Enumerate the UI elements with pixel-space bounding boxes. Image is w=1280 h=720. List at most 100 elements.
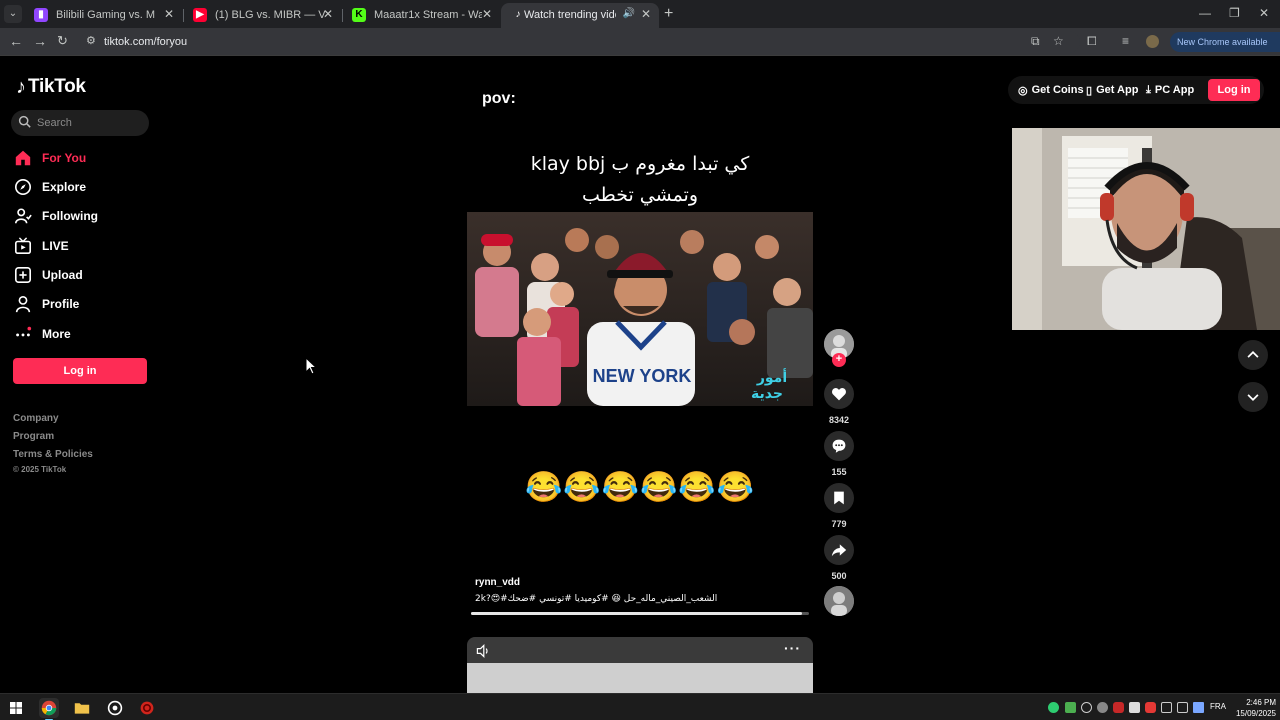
- sidebar-item-label: More: [42, 327, 71, 341]
- video-overlay-title: pov:: [482, 90, 516, 107]
- search-input[interactable]: [37, 115, 142, 131]
- video-frame-image: NEW YORK أمور جدية: [467, 212, 813, 406]
- twitch-icon: ▮: [34, 8, 48, 22]
- like-button[interactable]: [824, 379, 854, 409]
- next-video-card[interactable]: ···: [467, 637, 813, 693]
- browser-tab-4[interactable]: ♪ Watch trending videos for y 🔊 ✕: [501, 3, 659, 28]
- back-button[interactable]: ←: [9, 33, 23, 49]
- minimize-button[interactable]: —: [1199, 6, 1211, 20]
- tab-search-button[interactable]: ⌄: [4, 5, 22, 23]
- tray-record-icon[interactable]: [1145, 702, 1156, 713]
- sidebar-item-label: Upload: [42, 268, 83, 282]
- site-info-icon[interactable]: ⚙: [86, 34, 96, 47]
- windows-start-button[interactable]: [6, 698, 26, 718]
- sidebar-item-explore[interactable]: Explore: [13, 175, 153, 199]
- search-box[interactable]: [11, 110, 149, 136]
- new-chrome-available-button[interactable]: New Chrome available ⋮: [1170, 32, 1280, 52]
- extensions-icon[interactable]: ⧠: [1087, 34, 1097, 49]
- reload-button[interactable]: ↻: [57, 33, 68, 49]
- tray-app-icon[interactable]: [1129, 702, 1140, 713]
- taskbar-app-4[interactable]: [137, 698, 157, 718]
- follow-plus-button[interactable]: +: [832, 353, 846, 367]
- previous-video-button[interactable]: [1238, 340, 1268, 370]
- clock[interactable]: 2:46 PM 15/09/2025: [1232, 697, 1276, 719]
- sidebar-login-button[interactable]: Log in: [13, 358, 147, 384]
- taskbar-chrome[interactable]: [39, 698, 59, 720]
- restore-button[interactable]: ❐: [1229, 6, 1240, 20]
- url-text[interactable]: tiktok.com/foryou: [104, 36, 187, 48]
- more-options-icon[interactable]: ···: [784, 640, 801, 656]
- network-icon[interactable]: [1177, 702, 1188, 713]
- red-app-icon: [140, 701, 154, 715]
- taskbar-file-explorer[interactable]: [72, 698, 92, 718]
- tray-mic-icon[interactable]: [1113, 702, 1124, 713]
- install-app-icon[interactable]: ⧉: [1031, 34, 1040, 49]
- tiktok-logo[interactable]: ♪ TikTok: [16, 75, 86, 99]
- media-controls-icon[interactable]: ≡: [1122, 34, 1129, 48]
- kebab-menu-icon[interactable]: ⋮: [1276, 37, 1280, 47]
- comment-count: 155: [831, 467, 847, 477]
- footer-link-program[interactable]: Program: [13, 431, 54, 442]
- comment-button[interactable]: [824, 431, 854, 461]
- svg-text:أمور: أمور: [756, 368, 787, 386]
- sidebar-item-profile[interactable]: Profile: [13, 292, 153, 316]
- pc-app-label: PC App: [1154, 84, 1195, 96]
- close-icon[interactable]: ✕: [323, 7, 333, 21]
- taskbar-app-3[interactable]: [105, 698, 125, 718]
- video-progress-bar[interactable]: [471, 612, 809, 615]
- sidebar-item-upload[interactable]: Upload: [13, 263, 153, 287]
- get-app-label: Get App: [1096, 84, 1139, 96]
- next-video-thumbnail: [467, 663, 813, 693]
- sidebar-item-following[interactable]: Following: [13, 204, 153, 228]
- video-author[interactable]: rynn_vdd: [475, 577, 520, 588]
- windows-taskbar: FRA 2:46 PM 15/09/2025: [0, 693, 1280, 720]
- tray-nvidia-icon[interactable]: [1065, 702, 1076, 713]
- profile-avatar[interactable]: [1146, 35, 1159, 48]
- next-video-button[interactable]: [1238, 382, 1268, 412]
- browser-tab-1[interactable]: ▮ Bilibili Gaming vs. MIBR | Valorant ✕: [24, 3, 182, 28]
- pen-icon[interactable]: [1193, 702, 1204, 713]
- new-tab-button[interactable]: +: [664, 5, 673, 23]
- tray-app-icon[interactable]: [1048, 702, 1059, 713]
- close-window-button[interactable]: ✕: [1259, 6, 1269, 20]
- video-emoji-caption: 😂😂😂😂😂😂: [524, 471, 756, 504]
- get-app-link[interactable]: ▯ Get App: [1086, 82, 1138, 98]
- save-button[interactable]: [824, 483, 854, 513]
- close-icon[interactable]: ✕: [641, 7, 651, 21]
- header-login-button[interactable]: Log in: [1208, 79, 1260, 101]
- input-language[interactable]: FRA: [1210, 702, 1226, 711]
- footer-link-company[interactable]: Company: [13, 413, 59, 424]
- tray-app-icon[interactable]: [1097, 702, 1108, 713]
- live-icon: [13, 236, 33, 256]
- tab-title: Bilibili Gaming vs. MIBR | Valorant: [56, 9, 156, 21]
- browser-tab-3[interactable]: K Maaatr1x Stream - Watch Live ✕: [342, 3, 500, 28]
- speaker-icon[interactable]: 🔊: [623, 8, 635, 19]
- video-caption-line-2: وتمشي تخطب: [581, 184, 699, 206]
- tray-app-icon[interactable]: [1161, 702, 1172, 713]
- tiktok-note-icon: ♪: [16, 75, 26, 98]
- video-progress-fill: [471, 612, 803, 615]
- svg-text:NEW YORK: NEW YORK: [593, 366, 692, 386]
- share-button[interactable]: [824, 535, 854, 565]
- sidebar-item-for-you[interactable]: For You: [13, 146, 153, 170]
- svg-text:جدية: جدية: [751, 386, 783, 402]
- close-icon[interactable]: ✕: [482, 7, 492, 21]
- music-disc-avatar[interactable]: [824, 586, 854, 616]
- forward-button[interactable]: →: [33, 33, 47, 49]
- upload-icon: [13, 265, 33, 285]
- mouse-cursor-icon: [305, 357, 317, 375]
- sidebar-item-label: Explore: [42, 180, 87, 194]
- tray-app-icon[interactable]: [1081, 702, 1092, 713]
- browser-tab-2[interactable]: ▶ (1) BLG vs. MIBR — VALORANT ✕: [183, 3, 341, 28]
- address-bar[interactable]: ⚙ tiktok.com/foryou: [80, 31, 1080, 53]
- youtube-icon: ▶: [193, 8, 207, 22]
- volume-icon[interactable]: [475, 643, 491, 659]
- footer-link-terms[interactable]: Terms & Policies: [13, 449, 93, 460]
- sidebar-item-live[interactable]: LIVE: [13, 234, 153, 258]
- close-icon[interactable]: ✕: [164, 7, 174, 21]
- get-coins-link[interactable]: ◎ Get Coins: [1018, 82, 1084, 98]
- pc-app-link[interactable]: ⤓ PC App: [1146, 82, 1194, 98]
- video-player[interactable]: pov: كي تبدا مغروم ب klay bbj وتمشي تخطب: [467, 78, 813, 615]
- sidebar-item-more[interactable]: More: [13, 322, 153, 346]
- bookmark-star-icon[interactable]: ☆: [1053, 34, 1064, 48]
